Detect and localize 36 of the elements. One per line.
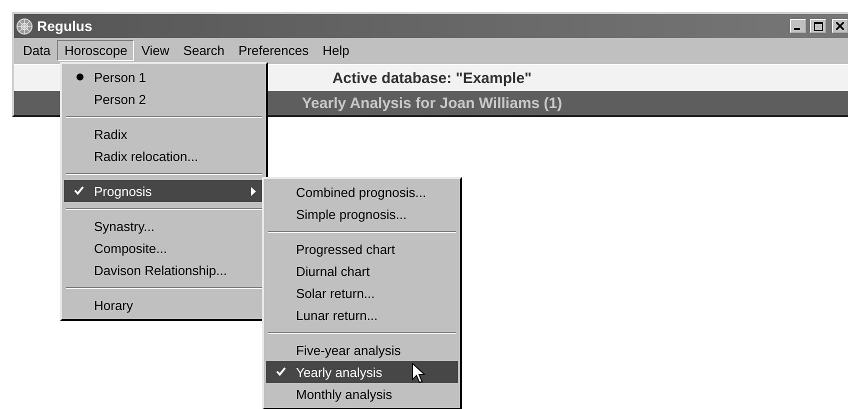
wheel-icon: [16, 18, 33, 34]
minimize-button[interactable]: [790, 19, 806, 33]
menu-bar-item[interactable]: Preferences: [232, 40, 316, 60]
menu-bar-item[interactable]: Data: [16, 40, 58, 60]
maximize-button[interactable]: [810, 19, 826, 33]
menu-item[interactable]: Yearly analysis: [266, 361, 458, 383]
menu-bar-item[interactable]: Help: [316, 40, 356, 60]
submenu-arrow-icon: [251, 187, 256, 196]
menu-bar-item[interactable]: View: [134, 40, 176, 60]
menu-item[interactable]: Person 2: [64, 88, 264, 110]
menu-item[interactable]: Davison Relationship...: [64, 259, 264, 281]
cursor-icon: [412, 363, 425, 384]
menu-item[interactable]: Person 1: [64, 66, 264, 88]
menu-bar-item[interactable]: Search: [176, 40, 232, 60]
menu-item[interactable]: Radix: [64, 123, 264, 145]
menu-item[interactable]: Progressed chart: [266, 238, 458, 260]
maximize-icon: [814, 22, 822, 30]
menu-bar-item[interactable]: Horoscope: [57, 40, 134, 60]
menu-item[interactable]: Five-year analysis: [266, 339, 458, 361]
menu-item[interactable]: Lunar return...: [266, 304, 458, 326]
close-button[interactable]: [832, 19, 848, 33]
menu-item[interactable]: Simple prognosis...: [266, 203, 458, 225]
menu-item[interactable]: Radix relocation...: [64, 145, 264, 167]
menu-item[interactable]: Monthly analysis: [266, 383, 458, 405]
menu-item[interactable]: Synastry...: [64, 215, 264, 237]
menu-item[interactable]: Composite...: [64, 237, 264, 259]
check-icon: [74, 186, 84, 195]
check-icon: [276, 367, 286, 376]
menu-item[interactable]: Combined prognosis...: [266, 181, 458, 203]
menu-item[interactable]: Horary: [64, 294, 264, 316]
close-icon: [836, 22, 844, 30]
bullet-icon: [76, 73, 84, 81]
window-title: Regulus: [37, 18, 92, 34]
menu-item[interactable]: Prognosis: [64, 180, 264, 202]
menu-item[interactable]: Solar return...: [266, 282, 458, 304]
menu-item[interactable]: Diurnal chart: [266, 260, 458, 282]
